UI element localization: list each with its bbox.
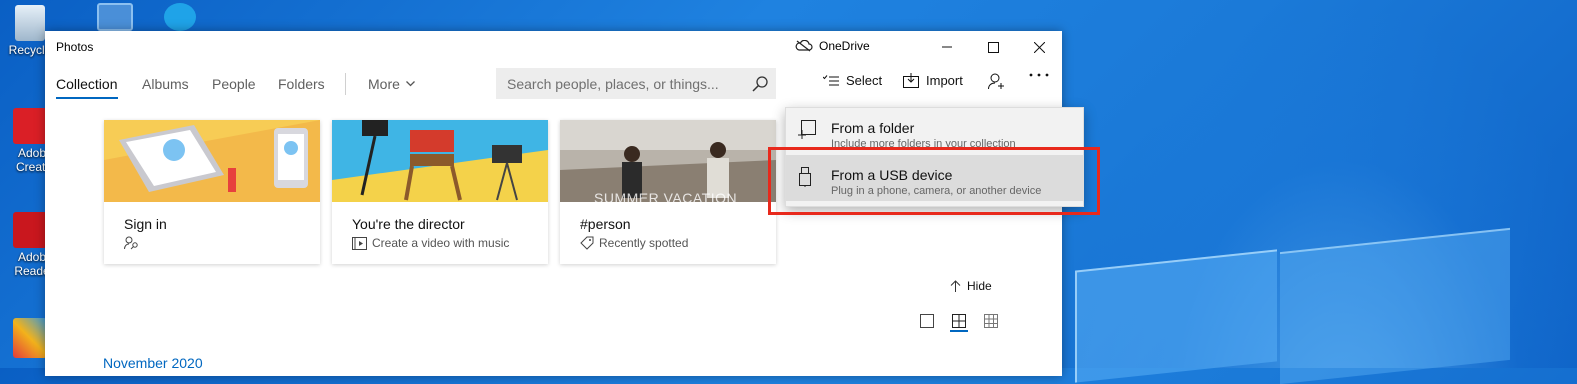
card-subtitle bbox=[124, 236, 145, 250]
card-subtitle: Recently spotted bbox=[580, 236, 688, 250]
import-icon bbox=[903, 73, 919, 88]
adobe-creative-cloud-icon bbox=[13, 108, 47, 144]
menu-item-title: From a folder bbox=[831, 120, 915, 136]
windows-logo-pane-right bbox=[1280, 227, 1510, 384]
cloud-off-icon bbox=[795, 40, 813, 52]
search-input[interactable]: Search people, places, or things... bbox=[507, 76, 744, 92]
adobe-reader-icon bbox=[13, 212, 47, 248]
search-icon bbox=[752, 75, 768, 92]
view-mode-switcher bbox=[918, 312, 1000, 332]
onedrive-label: OneDrive bbox=[819, 39, 870, 53]
chevron-down-icon bbox=[405, 81, 415, 87]
highlight-annotation-box bbox=[768, 147, 1100, 215]
select-button[interactable]: Select bbox=[823, 73, 882, 88]
search-button[interactable] bbox=[744, 75, 776, 92]
skype-icon bbox=[164, 3, 196, 31]
single-view-icon bbox=[920, 314, 934, 328]
card-subtitle: Create a video with music bbox=[352, 236, 509, 250]
desktop-icon-app[interactable] bbox=[85, 3, 145, 33]
grid-medium-icon bbox=[952, 314, 966, 328]
app-title: Photos bbox=[56, 40, 94, 54]
box-app-icon bbox=[97, 3, 133, 31]
single-view-button[interactable] bbox=[918, 312, 936, 330]
ellipsis-icon bbox=[1029, 73, 1049, 77]
windows-logo-pane-left bbox=[1075, 249, 1277, 383]
recycle-bin-icon bbox=[15, 5, 45, 41]
add-person-button[interactable] bbox=[988, 73, 1006, 90]
more-dropdown[interactable]: More bbox=[368, 76, 415, 92]
import-label: Import bbox=[926, 73, 963, 88]
more-label: More bbox=[368, 76, 400, 92]
card-sign-in-image bbox=[104, 120, 320, 202]
card-sign-in[interactable]: Sign in bbox=[104, 120, 320, 264]
close-button[interactable] bbox=[1016, 31, 1062, 63]
nav-divider bbox=[345, 73, 346, 95]
tag-icon bbox=[580, 236, 594, 250]
tools-app-icon bbox=[13, 318, 47, 358]
person-key-icon bbox=[124, 236, 138, 250]
person-add-icon bbox=[988, 73, 1004, 90]
tab-collection[interactable]: Collection bbox=[56, 76, 117, 92]
checklist-icon bbox=[823, 74, 839, 85]
card-director-image bbox=[332, 120, 548, 202]
minimize-button[interactable] bbox=[924, 31, 970, 63]
card-title: You're the director bbox=[352, 216, 465, 232]
folder-add-icon bbox=[798, 120, 816, 145]
card-title: Sign in bbox=[124, 216, 167, 232]
month-heading[interactable]: November 2020 bbox=[103, 355, 203, 371]
title-bar[interactable]: Photos OneDrive bbox=[45, 31, 1062, 63]
hide-button[interactable]: Hide bbox=[950, 279, 992, 293]
card-person-image: SUMMER VACATION bbox=[560, 120, 776, 202]
arrow-up-icon bbox=[950, 280, 961, 292]
maximize-icon bbox=[987, 41, 999, 53]
desktop-icon-skype[interactable] bbox=[150, 3, 210, 33]
search-box[interactable]: Search people, places, or things... bbox=[496, 68, 776, 99]
card-image-overlay-text: SUMMER VACATION bbox=[594, 190, 738, 202]
card-person[interactable]: SUMMER VACATION #person Recently spotted bbox=[560, 120, 776, 264]
tab-people[interactable]: People bbox=[212, 76, 256, 92]
video-editor-icon bbox=[352, 236, 367, 250]
minimize-icon bbox=[942, 46, 952, 48]
import-button[interactable]: Import bbox=[903, 73, 963, 88]
onedrive-status[interactable]: OneDrive bbox=[795, 39, 870, 53]
close-icon bbox=[1033, 41, 1045, 53]
active-tab-indicator bbox=[56, 97, 118, 99]
tab-albums[interactable]: Albums bbox=[142, 76, 189, 92]
maximize-button[interactable] bbox=[970, 31, 1016, 63]
hide-label: Hide bbox=[967, 279, 992, 293]
card-title: #person bbox=[580, 216, 631, 232]
card-director[interactable]: You're the director Create a video with … bbox=[332, 120, 548, 264]
grid-medium-button[interactable] bbox=[950, 312, 968, 332]
tab-folders[interactable]: Folders bbox=[278, 76, 325, 92]
grid-small-icon bbox=[984, 314, 998, 328]
grid-small-button[interactable] bbox=[982, 312, 1000, 330]
select-label: Select bbox=[846, 73, 883, 88]
more-options-button[interactable] bbox=[1029, 73, 1049, 77]
